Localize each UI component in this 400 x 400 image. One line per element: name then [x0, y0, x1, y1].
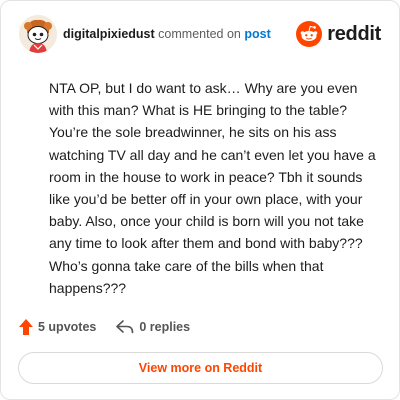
comment-header: digitalpixiedust commented on post reddi…	[19, 15, 381, 55]
upvote-arrow-icon	[19, 319, 33, 335]
byline-action-text: commented on	[158, 27, 241, 41]
reddit-comment-embed-card: digitalpixiedust commented on post reddi…	[0, 0, 400, 400]
reddit-wordmark: reddit	[327, 22, 381, 45]
post-link[interactable]: post	[244, 27, 270, 41]
comment-body: NTA OP, but I do want to ask… Why are yo…	[49, 80, 376, 296]
reply-arrow-icon	[116, 320, 134, 334]
user-avatar[interactable]	[19, 15, 57, 53]
username-link[interactable]: digitalpixiedust	[63, 27, 155, 41]
snoo-avatar-icon	[19, 15, 57, 53]
upvote-count: 5 upvotes	[38, 320, 97, 334]
upvote-action[interactable]: 5 upvotes	[19, 319, 96, 335]
comment-byline: digitalpixiedust commented on post	[63, 27, 271, 41]
reply-action[interactable]: 0 replies	[116, 320, 190, 334]
view-more-on-reddit-button[interactable]: View more on Reddit	[18, 352, 383, 384]
reddit-snoo-icon	[296, 21, 323, 47]
comment-actions: 5 upvotes 0 replies	[19, 317, 210, 337]
reply-count: 0 replies	[139, 320, 191, 334]
reddit-logo[interactable]: reddit	[296, 20, 381, 48]
